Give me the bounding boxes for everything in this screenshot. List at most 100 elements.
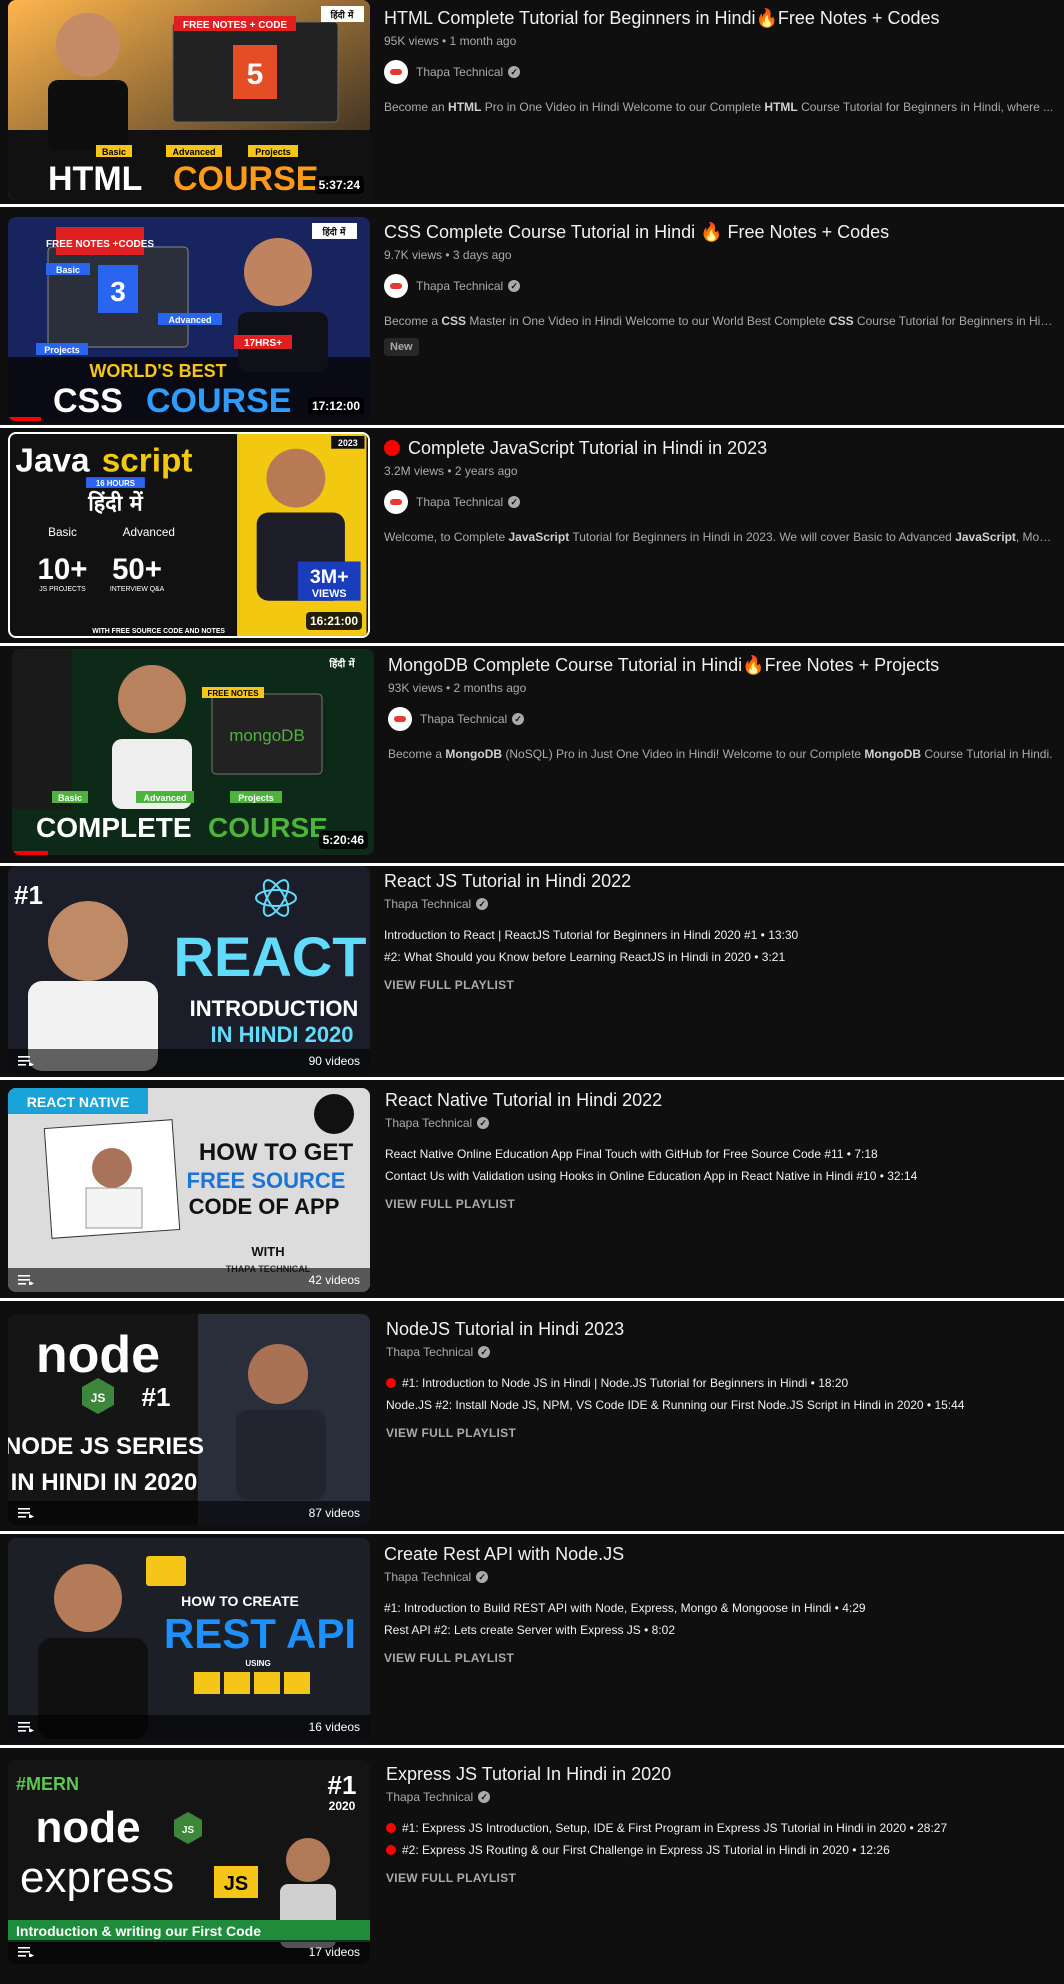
playlist-count-bar: 42 videos — [8, 1268, 370, 1292]
channel-line[interactable]: Thapa Technical ✓ — [384, 490, 1056, 514]
video-row[interactable]: Java script 16 HOURS हिंदी में Basic Adv… — [0, 428, 1064, 643]
view-full-playlist-link[interactable]: VIEW FULL PLAYLIST — [384, 1651, 1056, 1665]
thumb-text: CODE OF APP — [189, 1194, 340, 1219]
thumb-text: IN HINDI IN 2020 — [11, 1469, 198, 1496]
playlist-title[interactable]: Express JS Tutorial In Hindi in 2020 — [386, 1762, 1056, 1786]
video-duration: 5:37:24 — [314, 176, 364, 194]
video-title[interactable]: Complete JavaScript Tutorial in Hindi in… — [384, 436, 1056, 460]
channel-line[interactable]: Thapa Technical ✓ — [385, 1116, 1056, 1130]
playlist-row[interactable]: node JS #1 NODE JS SERIES IN HINDI IN 20… — [0, 1301, 1064, 1531]
nodejs-thumbnail-art: node JS #1 NODE JS SERIES IN HINDI IN 20… — [8, 1314, 370, 1525]
channel-name[interactable]: Thapa Technical — [416, 495, 503, 509]
verified-check-icon: ✓ — [508, 280, 521, 292]
avatar[interactable] — [384, 60, 408, 84]
thumb-text: CSS — [53, 382, 123, 420]
playlist-thumbnail[interactable]: #MERN #1 2020 node JS express JS Introdu… — [8, 1760, 370, 1964]
channel-line[interactable]: Thapa Technical ✓ — [384, 1570, 1056, 1584]
thumb-text: INTRODUCTION — [190, 996, 359, 1021]
avatar[interactable] — [384, 490, 408, 514]
channel-name[interactable]: Thapa Technical — [416, 65, 503, 79]
channel-name[interactable]: Thapa Technical — [416, 279, 503, 293]
playlist-video-item[interactable]: #2: Express JS Routing & our First Chall… — [386, 1843, 1056, 1857]
channel-name[interactable]: Thapa Technical — [386, 1790, 473, 1804]
video-description: Become a MongoDB (NoSQL) Pro in Just One… — [388, 747, 1053, 761]
avatar[interactable] — [388, 707, 412, 731]
playlist-count-bar: 87 videos — [8, 1501, 370, 1525]
playlist-icon — [18, 1722, 34, 1732]
channel-line[interactable]: Thapa Technical ✓ — [386, 1790, 1056, 1804]
video-title[interactable]: HTML Complete Tutorial for Beginners in … — [384, 6, 1056, 30]
playlist-video-item[interactable]: React Native Online Education App Final … — [385, 1147, 1056, 1161]
html-course-thumbnail-art: 5 FREE NOTES + CODE हिंदी में Basic Adva… — [8, 0, 370, 200]
thumb-text: FREE NOTES — [207, 689, 259, 698]
channel-line[interactable]: Thapa Technical ✓ — [384, 897, 1056, 911]
playlist-video-item[interactable]: #1: Introduction to Build REST API with … — [384, 1601, 1056, 1615]
view-full-playlist-link[interactable]: VIEW FULL PLAYLIST — [384, 978, 1056, 992]
thumb-text: COURSE — [173, 160, 318, 198]
channel-name[interactable]: Thapa Technical — [386, 1345, 473, 1359]
playlist-info: Create Rest API with Node.JS Thapa Techn… — [384, 1542, 1056, 1665]
thumb-text: 2023 — [338, 438, 358, 448]
playlist-video-item[interactable]: #1: Introduction to Node JS in Hindi | N… — [386, 1376, 1056, 1390]
thumb-text: HOW TO GET — [199, 1139, 354, 1166]
thumb-text: COURSE — [146, 382, 291, 420]
playlist-row[interactable]: HOW TO CREATE REST API USING 16 videos C… — [0, 1534, 1064, 1745]
playlist-video-item[interactable]: Contact Us with Validation using Hooks i… — [385, 1169, 1056, 1183]
video-thumbnail[interactable]: 5 FREE NOTES + CODE हिंदी में Basic Adva… — [8, 0, 370, 200]
channel-line[interactable]: Thapa Technical ✓ — [384, 60, 1056, 84]
playlist-title[interactable]: React JS Tutorial in Hindi 2022 — [384, 869, 1056, 893]
playlist-row[interactable]: #1 REACT INTRODUCTION IN HINDI 2020 90 v… — [0, 866, 1064, 1077]
avatar[interactable] — [384, 274, 408, 298]
video-title[interactable]: CSS Complete Course Tutorial in Hindi 🔥 … — [384, 220, 1056, 244]
verified-check-icon: ✓ — [476, 1571, 489, 1583]
playlist-title[interactable]: Create Rest API with Node.JS — [384, 1542, 1056, 1566]
video-row[interactable]: 5 FREE NOTES + CODE हिंदी में Basic Adva… — [0, 0, 1064, 204]
thumb-text: Projects — [255, 147, 291, 157]
thumb-text: INTERVIEW Q&A — [110, 586, 165, 593]
video-row[interactable]: mongoDB FREE NOTES हिंदी में Basic Advan… — [0, 646, 1064, 863]
javascript-thumbnail-art: Java script 16 HOURS हिंदी में Basic Adv… — [11, 434, 367, 636]
playlist-title[interactable]: React Native Tutorial in Hindi 2022 — [385, 1088, 1056, 1112]
channel-name[interactable]: Thapa Technical — [384, 1570, 471, 1584]
playlist-row[interactable]: REACT NATIVE HOW TO GET FREE SOURCE CODE… — [0, 1080, 1064, 1298]
channel-name[interactable]: Thapa Technical — [384, 897, 471, 911]
video-thumbnail[interactable]: Java script 16 HOURS हिंदी में Basic Adv… — [8, 432, 370, 638]
view-full-playlist-link[interactable]: VIEW FULL PLAYLIST — [386, 1426, 1056, 1440]
thumb-text: 16 HOURS — [96, 479, 135, 488]
channel-name[interactable]: Thapa Technical — [385, 1116, 472, 1130]
video-row[interactable]: 3 FREE NOTES +CODES हिंदी में Basic Adva… — [0, 207, 1064, 425]
video-thumbnail[interactable]: 3 FREE NOTES +CODES हिंदी में Basic Adva… — [8, 217, 370, 421]
channel-name[interactable]: Thapa Technical — [420, 712, 507, 726]
thumb-text: 2020 — [329, 1799, 356, 1813]
red-dot-icon — [386, 1845, 396, 1855]
channel-line[interactable]: Thapa Technical ✓ — [384, 274, 1056, 298]
thumb-text: express — [20, 1853, 174, 1902]
video-duration: 5:20:46 — [318, 831, 368, 849]
playlist-video-item[interactable]: #2: What Should you Know before Learning… — [384, 950, 1056, 964]
thumb-text: COMPLETE — [36, 812, 192, 843]
channel-line[interactable]: Thapa Technical ✓ — [388, 707, 1056, 731]
css-course-thumbnail-art: 3 FREE NOTES +CODES हिंदी में Basic Adva… — [8, 217, 370, 421]
verified-check-icon: ✓ — [478, 1346, 491, 1358]
playlist-video-item[interactable]: #1: Express JS Introduction, Setup, IDE … — [386, 1821, 1056, 1835]
playlist-thumbnail[interactable]: #1 REACT INTRODUCTION IN HINDI 2020 90 v… — [8, 866, 370, 1073]
view-full-playlist-link[interactable]: VIEW FULL PLAYLIST — [385, 1197, 1056, 1211]
thumb-text: Basic — [56, 265, 80, 275]
playlist-video-item[interactable]: Rest API #2: Lets create Server with Exp… — [384, 1623, 1056, 1637]
video-title[interactable]: MongoDB Complete Course Tutorial in Hind… — [388, 653, 1056, 677]
channel-line[interactable]: Thapa Technical ✓ — [386, 1345, 1056, 1359]
thumb-text: FREE NOTES + CODE — [183, 20, 288, 31]
playlist-title[interactable]: NodeJS Tutorial in Hindi 2023 — [386, 1317, 1056, 1341]
playlist-thumbnail[interactable]: node JS #1 NODE JS SERIES IN HINDI IN 20… — [8, 1314, 370, 1525]
playlist-icon — [18, 1947, 34, 1957]
playlist-thumbnail[interactable]: HOW TO CREATE REST API USING 16 videos — [8, 1538, 370, 1739]
verified-check-icon: ✓ — [512, 713, 525, 725]
thumb-text: Introduction & writing our First Code — [16, 1923, 261, 1939]
view-full-playlist-link[interactable]: VIEW FULL PLAYLIST — [386, 1871, 1056, 1885]
playlist-video-item[interactable]: Introduction to React | ReactJS Tutorial… — [384, 928, 1056, 942]
verified-check-icon: ✓ — [477, 1117, 490, 1129]
playlist-video-item[interactable]: Node.JS #2: Install Node JS, NPM, VS Cod… — [386, 1398, 1056, 1412]
playlist-thumbnail[interactable]: REACT NATIVE HOW TO GET FREE SOURCE CODE… — [8, 1088, 370, 1292]
playlist-row[interactable]: #MERN #1 2020 node JS express JS Introdu… — [0, 1748, 1064, 1984]
video-thumbnail[interactable]: mongoDB FREE NOTES हिंदी में Basic Advan… — [12, 649, 374, 855]
